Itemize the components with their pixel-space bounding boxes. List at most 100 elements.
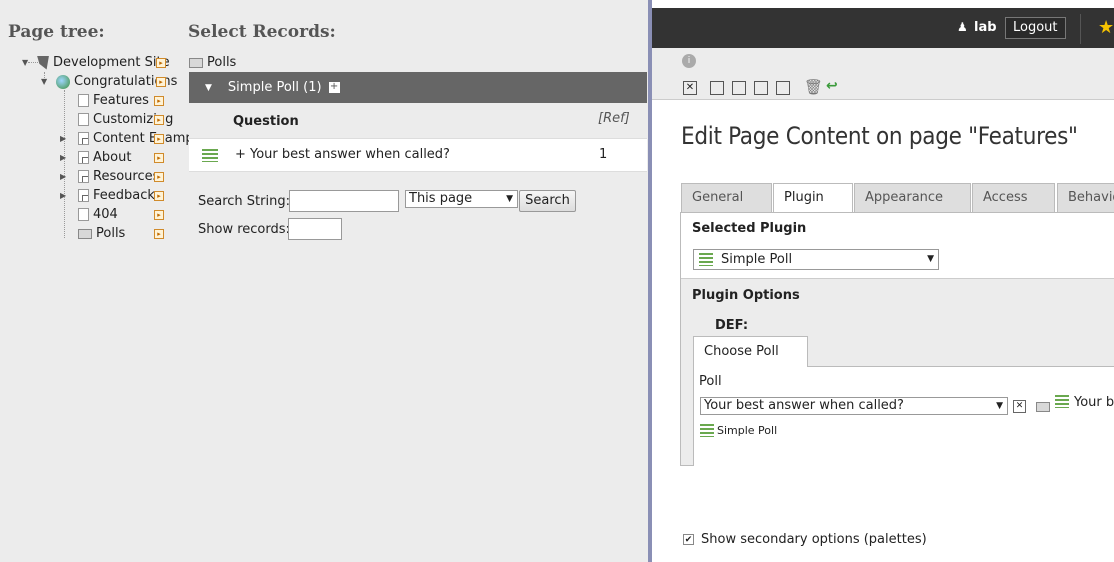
show-records-input[interactable] (288, 218, 342, 240)
add-record-icon[interactable]: + (328, 82, 340, 93)
context-menu-icon[interactable]: ▸ (154, 134, 164, 144)
column-question: Question (233, 114, 299, 129)
tree-label[interactable]: Polls (96, 226, 125, 241)
save-new-icon[interactable] (776, 81, 790, 95)
search-string-label: Search String: (198, 194, 290, 209)
tree-label[interactable]: Resources (93, 169, 159, 184)
def-label: DEF: (715, 318, 749, 333)
save-icon[interactable] (710, 81, 724, 95)
tree-node-polls[interactable]: Polls (78, 224, 125, 243)
tab-behaviour[interactable]: Behavio (1057, 183, 1114, 213)
tab-appearance[interactable]: Appearance (854, 183, 971, 213)
save-view-icon[interactable] (732, 81, 746, 95)
tree-node-resources[interactable]: ▶ Resources (60, 167, 159, 186)
select-records-title: Select Records: (188, 22, 336, 42)
tree-label[interactable]: Feedback (93, 188, 155, 203)
expand-icon[interactable]: ▶ (60, 191, 78, 200)
tree-node-feedback[interactable]: ▶ Feedback (60, 186, 155, 205)
poll-plugin-icon (699, 253, 713, 266)
collapse-icon[interactable]: ▼ (205, 83, 212, 93)
context-menu-icon[interactable]: ▸ (156, 58, 166, 68)
dropdown-arrow-icon: ▼ (506, 194, 513, 204)
page-shortcut-icon (78, 132, 89, 145)
page-heading: Edit Page Content on page "Features" (681, 122, 1078, 150)
tree-label[interactable]: Development Site (53, 55, 170, 70)
records-table-header: Question [Ref] (189, 103, 647, 139)
tree-node-development-site[interactable]: ▼ Development Site (22, 53, 170, 72)
dropdown-arrow-icon: ▼ (927, 254, 934, 264)
close-icon[interactable]: ✕ (683, 81, 697, 95)
page-shortcut-icon (78, 151, 89, 164)
tree-label[interactable]: About (93, 150, 131, 165)
clear-icon[interactable]: ✕ (1013, 400, 1026, 413)
page-shortcut-icon (78, 170, 89, 183)
tree-node-about[interactable]: ▶ About (60, 148, 131, 167)
page-icon (78, 113, 89, 126)
show-records-label: Show records: (198, 222, 290, 237)
search-button[interactable]: Search (519, 190, 576, 212)
collapse-icon[interactable]: ▼ (22, 58, 31, 67)
collapse-icon[interactable]: ▼ (41, 77, 50, 86)
page-tree-title: Page tree: (8, 22, 105, 42)
poll-label: Poll (699, 374, 722, 389)
context-menu-icon[interactable]: ▸ (154, 229, 164, 239)
records-group-header[interactable]: ▼ Simple Poll (1) + (189, 72, 647, 103)
context-menu-icon[interactable]: ▸ (154, 210, 164, 220)
search-string-input[interactable] (289, 190, 399, 212)
undo-icon[interactable]: ↩ (826, 78, 838, 94)
star-icon[interactable]: ★ (1098, 17, 1114, 38)
tab-general[interactable]: General (681, 183, 772, 213)
records-group-label: Simple Poll (1) (227, 80, 322, 95)
tab-plugin[interactable]: Plugin (773, 183, 853, 214)
folder-browse-icon[interactable] (1036, 402, 1050, 412)
left-pane: Page tree: Select Records: ▼ Development… (0, 0, 650, 562)
expand-icon[interactable]: ▶ (60, 153, 78, 162)
plugin-options-label: Plugin Options (692, 288, 800, 303)
right-pane: ♟ lab Logout ★ i ✕ 🗑 ↩ Edit Page Content… (652, 0, 1114, 562)
context-menu-icon[interactable]: ▸ (154, 153, 164, 163)
poll-reference-text: Your b (1074, 395, 1114, 410)
expand-icon[interactable]: ▶ (60, 134, 78, 143)
search-scope-value: This page (409, 191, 473, 206)
context-menu-icon[interactable]: ▸ (154, 191, 164, 201)
logout-button[interactable]: Logout (1005, 17, 1066, 39)
docheader: i ✕ 🗑 ↩ (652, 48, 1114, 100)
choose-poll-panel: Poll Your best answer when called? ▼ ✕ Y… (693, 366, 1114, 466)
context-menu-icon[interactable]: ▸ (156, 77, 166, 87)
add-icon[interactable]: + (235, 147, 246, 162)
poll-record-icon (1055, 395, 1069, 408)
simple-poll-link[interactable]: Simple Poll (717, 424, 777, 437)
poll-value: Your best answer when called? (704, 398, 904, 413)
page-shortcut-icon (78, 189, 89, 202)
secondary-options-checkbox[interactable]: ✔ (683, 534, 694, 545)
top-bar: ♟ lab Logout ★ (652, 0, 1114, 48)
table-row[interactable]: + Your best answer when called? 1 (189, 139, 647, 172)
tree-node-features[interactable]: Features (78, 91, 149, 110)
tree-node-404[interactable]: 404 (78, 205, 118, 224)
context-menu-icon[interactable]: ▸ (154, 172, 164, 182)
column-ref: [Ref] (598, 111, 630, 126)
poll-record-icon (202, 149, 218, 162)
search-scope-select[interactable]: This page ▼ (405, 190, 518, 208)
delete-icon[interactable]: 🗑 (804, 78, 823, 96)
context-menu-icon[interactable]: ▸ (154, 115, 164, 125)
toolbar-separator (1080, 14, 1081, 44)
selected-plugin-section: Selected Plugin Simple Poll ▼ (681, 213, 1114, 279)
tree-label[interactable]: 404 (93, 207, 118, 222)
poll-select[interactable]: Your best answer when called? ▼ (700, 397, 1008, 415)
secondary-options-label[interactable]: Show secondary options (palettes) (701, 532, 927, 547)
expand-icon[interactable]: ▶ (60, 172, 78, 181)
tab-access[interactable]: Access (972, 183, 1055, 213)
folder-icon (78, 228, 92, 239)
record-question[interactable]: Your best answer when called? (250, 147, 450, 162)
page-icon (78, 208, 89, 221)
poll-plugin-icon (700, 424, 714, 437)
help-icon[interactable]: i (682, 54, 696, 68)
context-menu-icon[interactable]: ▸ (154, 96, 164, 106)
tab-choose-poll[interactable]: Choose Poll (693, 336, 808, 367)
selected-plugin-select[interactable]: Simple Poll ▼ (693, 249, 939, 270)
username[interactable]: lab (974, 20, 997, 35)
save-close-icon[interactable] (754, 81, 768, 95)
tree-label[interactable]: Features (93, 93, 149, 108)
plugin-panel: Selected Plugin Simple Poll ▼ Plugin Opt… (680, 212, 1114, 466)
